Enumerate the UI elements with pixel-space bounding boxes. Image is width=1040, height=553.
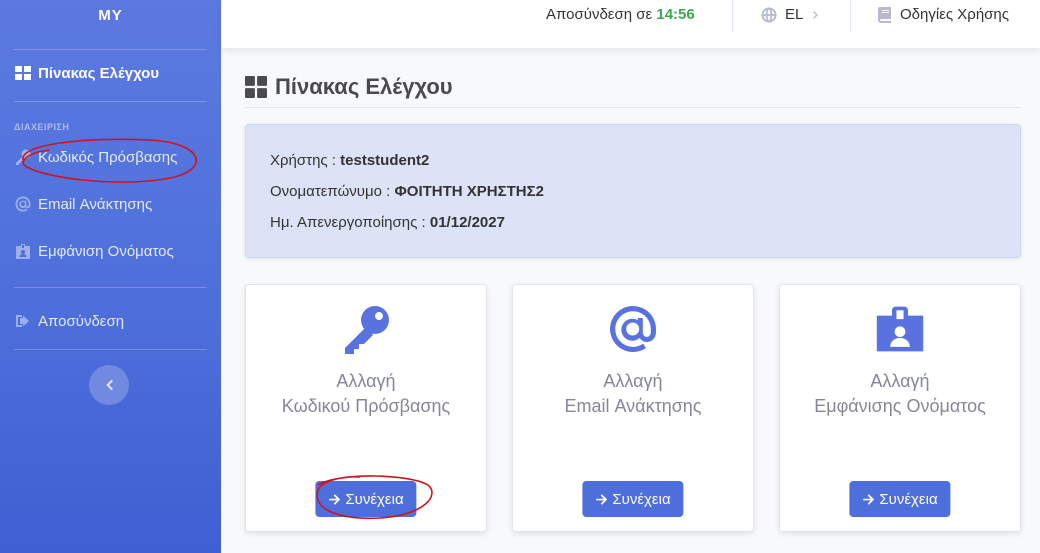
sidebar-item-dashboard[interactable]: Πίνακας Ελέγχου — [14, 64, 159, 82]
brand-logo[interactable]: MY — [0, 0, 221, 30]
sidebar-item-label: Κωδικός Πρόσβασης — [38, 148, 178, 166]
dashboard-icon — [14, 64, 32, 82]
sidebar: MY Πίνακας Ελέγχου ΔΙΑΧΕΙΡΙΣΗ Κωδικός Πρ… — [0, 0, 221, 553]
page-title: Πίνακας Ελέγχου — [245, 74, 453, 100]
info-value: teststudent2 — [340, 152, 430, 169]
user-info-panel: Χρήστης : teststudent2 Ονοματεπώνυμο : Φ… — [245, 124, 1021, 258]
page-title-text: Πίνακας Ελέγχου — [275, 74, 453, 99]
user-guide-label: Οδηγίες Χρήσης — [900, 6, 1009, 23]
topbar-divider — [732, 0, 733, 32]
topbar: Αποσύνδεση σε 14:56 EL Οδηγίες Χρήσης — [221, 0, 1040, 48]
at-icon — [513, 304, 753, 354]
key-icon — [14, 148, 32, 166]
arrow-right-icon — [329, 493, 341, 505]
title-divider — [245, 107, 1021, 108]
at-icon — [14, 195, 32, 213]
chevron-left-icon — [106, 379, 113, 391]
session-timer: Αποσύνδεση σε 14:56 — [546, 6, 695, 23]
info-label: Ημ. Απενεργοποίησης : — [270, 214, 426, 231]
continue-button-label: Συνέχεια — [345, 490, 404, 508]
card-change-email: Αλλαγή Email Ανάκτησης Συνέχεια — [512, 284, 754, 532]
card-title-line: Κωδικού Πρόσβασης — [281, 396, 451, 416]
sidebar-item-label: Πίνακας Ελέγχου — [38, 64, 160, 82]
info-value: 01/12/2027 — [429, 214, 505, 231]
sidebar-divider — [14, 101, 207, 102]
sidebar-divider — [14, 287, 207, 288]
continue-button-label: Συνέχεια — [612, 490, 671, 508]
book-icon — [878, 6, 891, 23]
sign-out-icon — [14, 312, 32, 330]
sidebar-divider — [14, 349, 207, 350]
card-title: Αλλαγή Κωδικού Πρόσβασης — [246, 369, 486, 419]
sidebar-item-display-name[interactable]: Εμφάνιση Ονόματος — [14, 242, 174, 260]
sidebar-item-password[interactable]: Κωδικός Πρόσβασης — [14, 148, 177, 166]
sidebar-heading: ΔΙΑΧΕΙΡΙΣΗ — [14, 122, 70, 132]
sidebar-toggle-button[interactable] — [89, 365, 129, 405]
language-label: EL — [785, 6, 804, 23]
session-timer-label: Αποσύνδεση σε — [546, 6, 653, 23]
continue-button-email[interactable]: Συνέχεια — [582, 481, 684, 517]
card-title-line: Εμφάνισης Ονόματος — [814, 396, 986, 416]
sidebar-item-logout[interactable]: Αποσύνδεση — [14, 312, 124, 330]
info-label: Ονοματεπώνυμο : — [270, 183, 391, 200]
session-timer-value: 14:56 — [656, 6, 695, 23]
language-selector[interactable]: EL — [761, 6, 821, 23]
dashboard-icon — [245, 76, 267, 98]
card-title-line: Αλλαγή — [603, 371, 663, 391]
globe-icon — [761, 7, 777, 22]
continue-button-display-name[interactable]: Συνέχεια — [849, 481, 951, 517]
continue-button-label: Συνέχεια — [879, 490, 938, 508]
card-title-line: Αλλαγή — [870, 371, 930, 391]
info-row-username: Χρήστης : teststudent2 — [270, 152, 996, 183]
sidebar-item-label: Εμφάνιση Ονόματος — [38, 242, 174, 260]
arrow-right-icon — [596, 493, 608, 505]
card-change-password: Αλλαγή Κωδικού Πρόσβασης Συνέχεια — [245, 284, 487, 532]
sidebar-item-label: Email Ανάκτησης — [38, 195, 153, 213]
info-value: ΦΟΙΤΗΤΗ ΧΡΗΣΤΗΣ2 — [394, 183, 544, 200]
sidebar-item-label: Αποσύνδεση — [38, 312, 125, 330]
chevron-right-icon — [813, 10, 819, 19]
user-guide-link[interactable]: Οδηγίες Χρήσης — [878, 6, 1009, 23]
id-badge-icon — [780, 304, 1020, 354]
continue-button-password[interactable]: Συνέχεια — [315, 481, 417, 517]
sidebar-item-recovery-email[interactable]: Email Ανάκτησης — [14, 195, 152, 213]
info-row-fullname: Ονοματεπώνυμο : ΦΟΙΤΗΤΗ ΧΡΗΣΤΗΣ2 — [270, 183, 996, 214]
key-icon — [246, 304, 486, 354]
id-badge-icon — [14, 242, 32, 260]
sidebar-divider — [14, 49, 207, 50]
card-title: Αλλαγή Email Ανάκτησης — [513, 369, 753, 419]
topbar-divider — [850, 0, 851, 32]
info-row-expiry: Ημ. Απενεργοποίησης : 01/12/2027 — [270, 214, 996, 245]
card-change-display-name: Αλλαγή Εμφάνισης Ονόματος Συνέχεια — [779, 284, 1021, 532]
arrow-right-icon — [863, 493, 875, 505]
card-title: Αλλαγή Εμφάνισης Ονόματος — [780, 369, 1020, 419]
info-label: Χρήστης : — [270, 152, 336, 169]
card-title-line: Αλλαγή — [336, 371, 396, 391]
card-title-line: Email Ανάκτησης — [564, 396, 702, 416]
